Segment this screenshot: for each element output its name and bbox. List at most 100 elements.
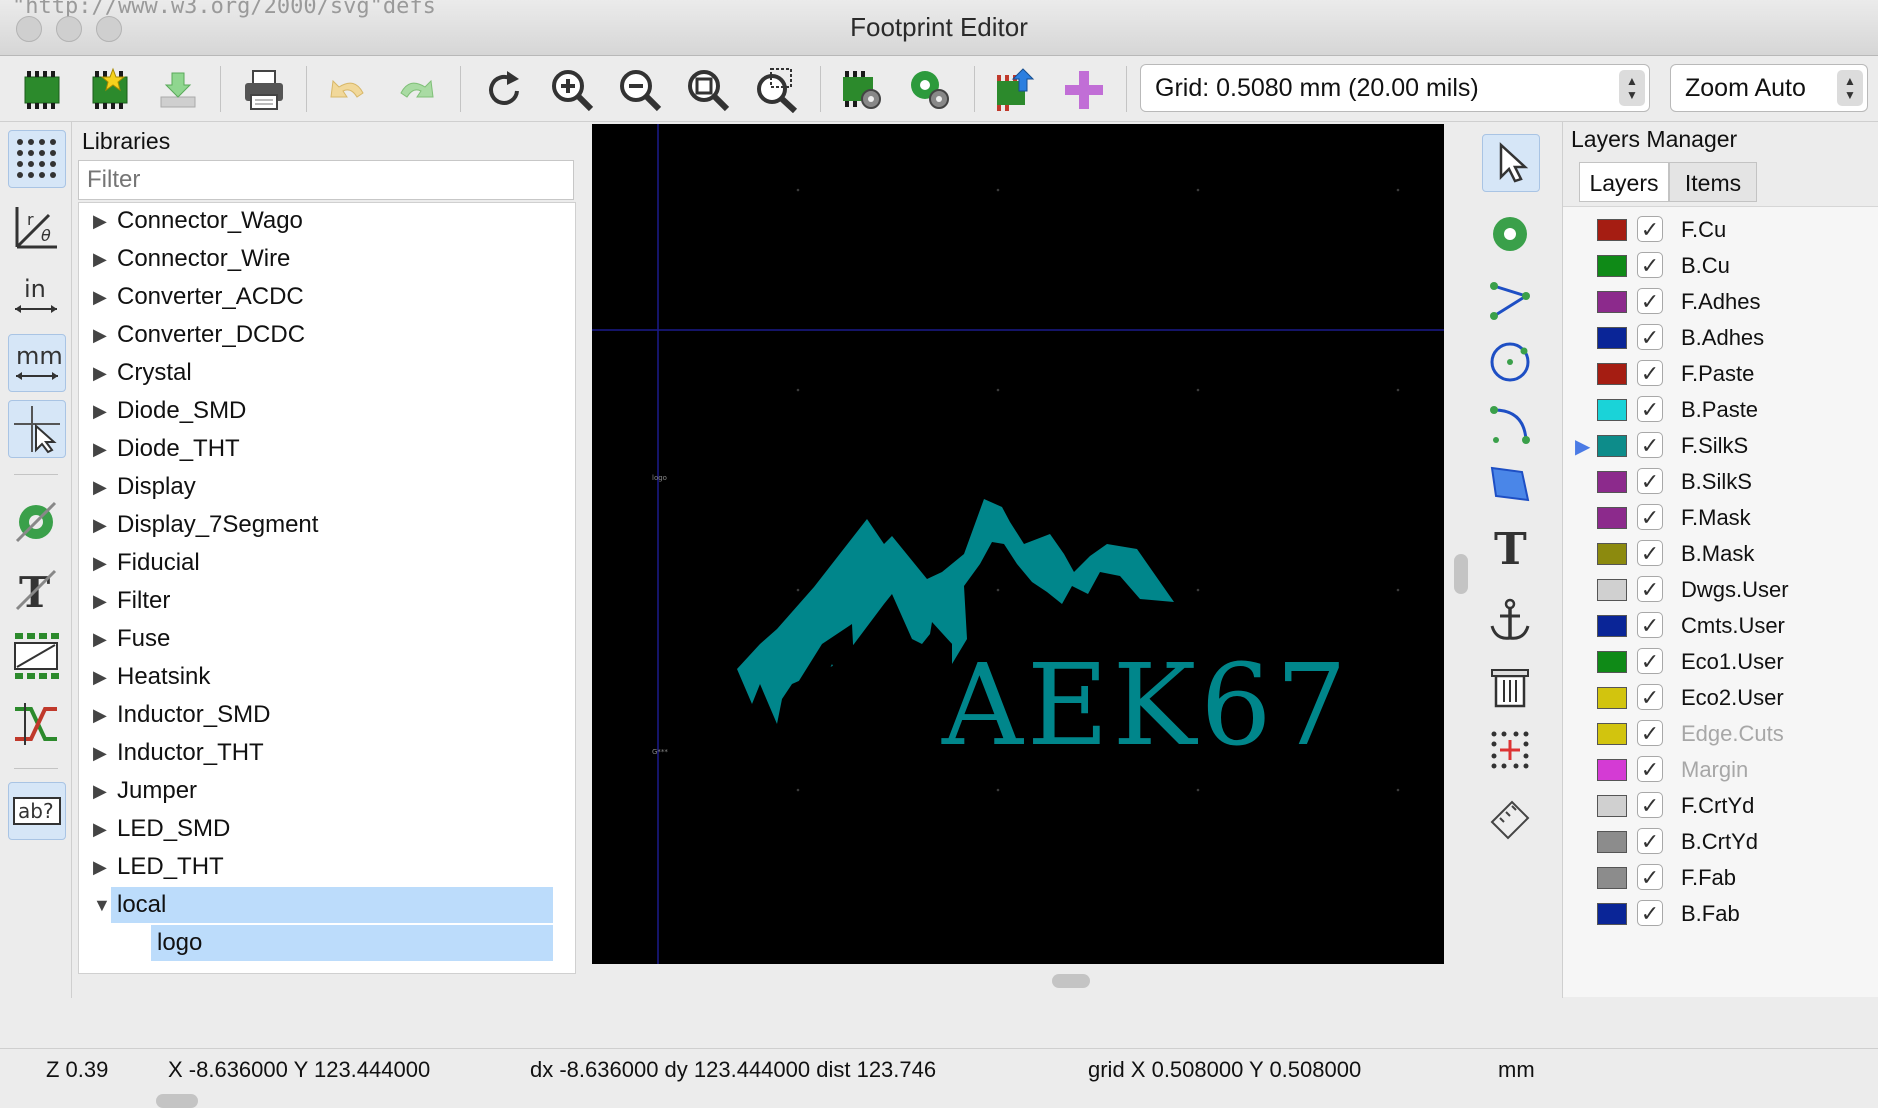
draw-line-icon[interactable]	[1482, 272, 1538, 328]
layer-color-swatch[interactable]	[1597, 255, 1627, 277]
layer-row[interactable]: ✓ B.Adhes	[1563, 321, 1863, 357]
expand-arrow-icon[interactable]: ▶	[93, 393, 107, 429]
library-item[interactable]: ▶ Crystal	[79, 355, 551, 391]
tab-layers[interactable]: Layers	[1579, 162, 1669, 202]
collapse-arrow-icon[interactable]: ▼	[93, 887, 111, 923]
layer-visibility-checkbox[interactable]: ✓	[1637, 504, 1663, 530]
layer-row[interactable]: ✓ B.Paste	[1563, 393, 1863, 429]
select-tool-icon[interactable]	[1482, 134, 1540, 192]
expand-arrow-icon[interactable]: ▶	[93, 545, 107, 581]
library-item[interactable]: ▶ Converter_ACDC	[79, 279, 551, 315]
layer-visibility-checkbox[interactable]: ✓	[1637, 360, 1663, 386]
measure-tool-icon[interactable]	[1482, 790, 1538, 846]
expand-arrow-icon[interactable]: ▶	[93, 697, 107, 733]
library-item[interactable]: ▶ Connector_Wago	[79, 203, 551, 239]
expand-arrow-icon[interactable]: ▶	[93, 317, 107, 353]
library-item[interactable]: ▶ Diode_THT	[79, 431, 551, 467]
library-item[interactable]: ▶ Connector_Wire	[79, 241, 551, 277]
grid-toggle-icon[interactable]	[8, 130, 66, 188]
layer-color-swatch[interactable]	[1597, 903, 1627, 925]
layer-color-swatch[interactable]	[1597, 507, 1627, 529]
layer-visibility-checkbox[interactable]: ✓	[1637, 576, 1663, 602]
zoom-fit-icon[interactable]	[682, 64, 734, 116]
library-item[interactable]: ▶ Display_7Segment	[79, 507, 551, 543]
layer-visibility-checkbox[interactable]: ✓	[1637, 612, 1663, 638]
layer-color-swatch[interactable]	[1597, 399, 1627, 421]
layer-color-swatch[interactable]	[1597, 795, 1627, 817]
polar-coords-icon[interactable]: rθ	[8, 200, 64, 256]
layer-color-swatch[interactable]	[1597, 435, 1627, 457]
draw-polygon-icon[interactable]	[1482, 456, 1538, 512]
pad-sketch-mode-icon[interactable]	[8, 494, 64, 550]
library-horizontal-scrollbar[interactable]	[156, 1094, 198, 1108]
layer-visibility-checkbox[interactable]: ✓	[1637, 828, 1663, 854]
library-item[interactable]: ▶ Filter	[79, 583, 551, 619]
layer-color-swatch[interactable]	[1597, 543, 1627, 565]
undo-icon[interactable]	[322, 64, 374, 116]
library-item[interactable]: ▶ Converter_DCDC	[79, 317, 551, 353]
layer-row[interactable]: ✓ F.Cu	[1563, 213, 1863, 249]
redraw-icon[interactable]	[478, 64, 530, 116]
layer-row[interactable]: ✓ B.Mask	[1563, 537, 1863, 573]
zoom-selection-icon[interactable]	[750, 64, 802, 116]
draw-circle-icon[interactable]	[1482, 334, 1538, 390]
zoom-in-icon[interactable]	[546, 64, 598, 116]
add-text-icon[interactable]: T	[1482, 518, 1538, 574]
library-item-selected[interactable]: ▼ local	[79, 887, 553, 923]
expand-arrow-icon[interactable]: ▶	[93, 735, 107, 771]
layer-row[interactable]: ✓ B.CrtYd	[1563, 825, 1863, 861]
layer-visibility-checkbox[interactable]: ✓	[1637, 324, 1663, 350]
text-autoplace-button[interactable]: ab?	[8, 782, 66, 840]
layer-color-swatch[interactable]	[1597, 615, 1627, 637]
full-crosshair-icon[interactable]	[8, 400, 66, 458]
load-footprint-icon[interactable]	[152, 64, 204, 116]
library-item[interactable]: ▶ Jumper	[79, 773, 551, 809]
expand-arrow-icon[interactable]: ▶	[93, 583, 107, 619]
layer-row[interactable]: ✓ Eco2.User	[1563, 681, 1863, 717]
layer-visibility-checkbox[interactable]: ✓	[1637, 648, 1663, 674]
place-anchor-icon[interactable]	[1482, 592, 1538, 648]
layer-row[interactable]: ✓ F.Paste	[1563, 357, 1863, 393]
canvas-horizontal-scrollbar[interactable]	[1052, 974, 1090, 988]
layer-row[interactable]: ✓ Edge.Cuts	[1563, 717, 1863, 753]
expand-arrow-icon[interactable]: ▶	[93, 203, 107, 239]
library-filter-input[interactable]	[78, 160, 574, 200]
zoom-out-icon[interactable]	[614, 64, 666, 116]
library-item[interactable]: ▶ Inductor_THT	[79, 735, 551, 771]
layer-visibility-checkbox[interactable]: ✓	[1637, 216, 1663, 242]
footprint-properties-icon[interactable]	[836, 64, 888, 116]
redo-icon[interactable]	[390, 64, 442, 116]
layer-visibility-checkbox[interactable]: ✓	[1637, 468, 1663, 494]
layer-color-swatch[interactable]	[1597, 219, 1627, 241]
layer-color-swatch[interactable]	[1597, 651, 1627, 673]
layer-row[interactable]: ✓ Dwgs.User	[1563, 573, 1863, 609]
library-item[interactable]: ▶ Heatsink	[79, 659, 551, 695]
layer-color-swatch[interactable]	[1597, 867, 1627, 889]
inch-units-button[interactable]: in	[8, 268, 64, 324]
layer-row[interactable]: ✓ B.Cu	[1563, 249, 1863, 285]
reference-text[interactable]: logo	[652, 474, 667, 482]
layer-visibility-checkbox[interactable]: ✓	[1637, 792, 1663, 818]
zoom-select[interactable]: Zoom Auto ▲ ▼	[1670, 64, 1868, 112]
footprint-item-selected[interactable]: logo	[79, 925, 553, 961]
layer-row[interactable]: ▶ ✓ F.SilkS	[1563, 429, 1863, 465]
layer-row[interactable]: ✓ Eco1.User	[1563, 645, 1863, 681]
expand-arrow-icon[interactable]: ▶	[93, 355, 107, 391]
layer-row[interactable]: ✓ F.Fab	[1563, 861, 1863, 897]
layer-row[interactable]: ✓ Margin	[1563, 753, 1863, 789]
layer-visibility-checkbox[interactable]: ✓	[1637, 288, 1663, 314]
mm-units-button[interactable]: mm	[8, 334, 66, 392]
edge-sketch-mode-icon[interactable]	[8, 628, 64, 684]
expand-arrow-icon[interactable]: ▶	[93, 507, 107, 543]
export-to-board-icon[interactable]	[990, 64, 1042, 116]
layer-color-swatch[interactable]	[1597, 759, 1627, 781]
layer-visibility-checkbox[interactable]: ✓	[1637, 900, 1663, 926]
grid-select[interactable]: Grid: 0.5080 mm (20.00 mils) ▲ ▼	[1140, 64, 1650, 112]
expand-arrow-icon[interactable]: ▶	[93, 431, 107, 467]
layer-color-swatch[interactable]	[1597, 363, 1627, 385]
layer-visibility-checkbox[interactable]: ✓	[1637, 864, 1663, 890]
expand-arrow-icon[interactable]: ▶	[93, 849, 107, 885]
expand-arrow-icon[interactable]: ▶	[93, 811, 107, 847]
print-icon[interactable]	[238, 64, 290, 116]
layer-color-swatch[interactable]	[1597, 291, 1627, 313]
